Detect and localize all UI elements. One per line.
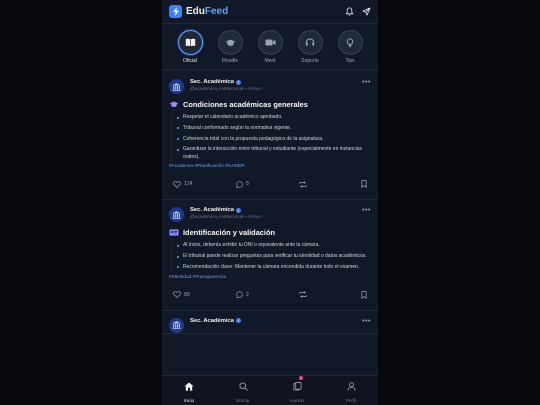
like-button[interactable]: 124 — [173, 180, 236, 188]
author-name[interactable]: Sec. Académica ✓ — [190, 79, 263, 86]
more-options-icon[interactable]: ••• — [362, 318, 371, 325]
feed: Sec. Académica ✓ @academica_institucional… — [162, 72, 378, 375]
story-oficial[interactable]: Oficial — [175, 30, 205, 69]
like-button[interactable]: 89 — [173, 291, 236, 298]
repost-icon[interactable] — [299, 180, 357, 188]
post-title: Condiciones académicas generales — [183, 100, 308, 109]
author-name[interactable]: Sec. Académica ✓ — [190, 318, 241, 325]
comment-button[interactable]: 5 — [236, 181, 299, 188]
institution-avatar-icon[interactable] — [169, 317, 184, 333]
notification-dot — [299, 376, 303, 380]
post-card: Sec. Académica ✓ ••• — [162, 311, 378, 334]
post-title: Identificación y validación — [183, 228, 275, 238]
graduation-cap-icon — [169, 101, 179, 109]
nav-buscar[interactable]: Buscar — [223, 378, 263, 403]
bell-icon[interactable] — [345, 3, 354, 21]
video-icon — [257, 30, 283, 55]
like-count: 124 — [184, 181, 193, 188]
brand-name: EduFeed — [186, 6, 229, 17]
like-count: 89 — [184, 291, 190, 298]
institution-avatar-icon[interactable] — [169, 207, 184, 223]
post-bullets: Al inicio, deberás exhibir tu DNI o equi… — [171, 242, 371, 271]
list-item: Recomendación clave: Mantener la cámara … — [177, 264, 371, 271]
more-options-icon[interactable]: ••• — [362, 207, 371, 214]
book-icon — [177, 30, 203, 55]
home-icon — [184, 378, 194, 396]
repost-icon[interactable] — [299, 291, 357, 298]
story-tips[interactable]: Tips — [335, 30, 365, 69]
list-item: El tribunal puede realizar preguntas par… — [177, 253, 371, 260]
list-item: Garantizar la interacción entre tribunal… — [177, 146, 371, 161]
verified-badge-icon: ✓ — [235, 208, 241, 214]
institution-avatar-icon[interactable] — [169, 79, 184, 94]
list-item: Al inicio, deberás exhibir tu DNI o equi… — [177, 242, 371, 249]
bookmark-icon[interactable] — [361, 180, 367, 189]
story-meet[interactable]: Meet — [255, 30, 285, 69]
user-icon — [346, 378, 356, 396]
bolt-logo-icon — [169, 5, 182, 18]
bottom-nav: Inicio Buscar Anexos Perfil — [162, 375, 378, 405]
list-item: Coherencia total con la propuesta pedagó… — [177, 136, 371, 143]
id-card-icon — [169, 229, 179, 237]
app-screen: EduFeed Oficial Moodle Meet Soporte Tips… — [162, 0, 378, 405]
nav-inicio[interactable]: Inicio — [169, 378, 209, 403]
author-name[interactable]: Sec. Académica ✓ — [190, 207, 263, 214]
top-bar: EduFeed — [162, 0, 378, 24]
list-item: Tribunal conformado según la normativa v… — [177, 125, 371, 132]
bookmark-icon[interactable] — [361, 290, 367, 299]
author-handle: @academica_institucional • Anexo I — [190, 213, 263, 219]
list-item: Respetar el calendario académico aprobad… — [177, 114, 371, 121]
comment-count: 5 — [246, 181, 249, 188]
post-card: Sec. Académica ✓ @academica_institucional… — [162, 200, 378, 311]
search-icon — [238, 378, 248, 396]
story-moodle[interactable]: Moodle — [215, 30, 245, 69]
verified-badge-icon: ✓ — [235, 79, 241, 85]
post-actions: 89 2 — [169, 280, 371, 310]
stories-bar: Oficial Moodle Meet Soporte Tips — [162, 24, 378, 70]
nav-anexos[interactable]: Anexos — [277, 376, 317, 403]
comment-count: 2 — [246, 291, 249, 298]
documents-icon — [292, 378, 302, 396]
more-options-icon[interactable]: ••• — [362, 79, 371, 86]
author-handle: @academica_institucional • Anexo I — [190, 85, 263, 91]
post-card: Sec. Académica ✓ @academica_institucional… — [162, 72, 378, 201]
lightbulb-icon — [337, 30, 363, 55]
headset-icon — [297, 30, 323, 55]
verified-badge-icon: ✓ — [235, 318, 241, 324]
graduation-cap-icon — [217, 30, 243, 55]
nav-perfil[interactable]: Perfil — [331, 378, 371, 403]
comment-button[interactable]: 2 — [236, 291, 299, 298]
post-bullets: Respetar el calendario académico aprobad… — [171, 114, 371, 161]
send-icon[interactable] — [362, 3, 371, 21]
post-actions: 124 5 — [169, 169, 371, 199]
story-soporte[interactable]: Soporte — [295, 30, 325, 69]
